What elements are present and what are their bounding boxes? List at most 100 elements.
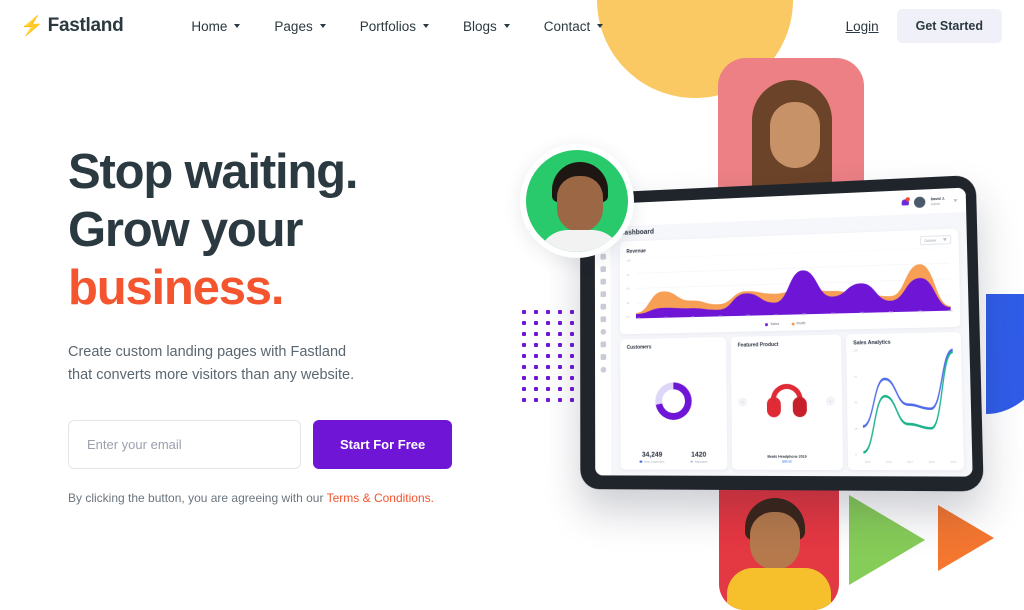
legend-item: Sales <box>765 322 779 326</box>
subtitle-line-1: Create custom landing pages with Fastlan… <box>68 344 347 360</box>
axis-tick: 60 <box>626 286 630 291</box>
header-actions: Login Get Started <box>846 9 1002 43</box>
clock-icon[interactable] <box>600 328 606 335</box>
subtitle-line-2: that converts more visitors than any web… <box>68 367 355 383</box>
dot <box>534 310 538 314</box>
file-icon[interactable] <box>599 266 606 273</box>
customer-stat-value: 34,249 <box>641 451 663 459</box>
nav-item-label: Pages <box>274 18 313 34</box>
legend-swatch <box>765 322 769 326</box>
dot <box>522 354 526 358</box>
dot <box>558 354 562 358</box>
dot <box>534 365 538 369</box>
axis-tick: 100 <box>853 349 858 353</box>
signup-form: Start For Free <box>68 420 488 469</box>
axis-tick: 55k <box>918 309 924 314</box>
dot <box>534 321 538 325</box>
sales-analytics-card: Sales Analytics 100 75 50 25 0 2015 2016 2017 2… <box>846 332 965 471</box>
users-icon[interactable] <box>600 303 606 310</box>
axis-tick: 45k <box>859 310 865 315</box>
avatar[interactable] <box>914 195 926 208</box>
featured-product-price[interactable]: $99.00 <box>739 460 836 464</box>
dot <box>522 376 526 380</box>
gear-icon[interactable] <box>600 354 606 361</box>
dot <box>522 365 526 369</box>
dot <box>570 343 574 347</box>
dot <box>534 387 538 391</box>
legend-swatch <box>690 460 693 463</box>
dashboard-sidebar-rail[interactable] <box>594 203 612 476</box>
person-icon[interactable] <box>600 341 606 348</box>
hero-subtitle: Create custom landing pages with Fastlan… <box>68 341 488 387</box>
grid-icon[interactable] <box>599 228 606 235</box>
sales-analytics-line-chart: 100 75 50 25 0 2015 2016 2017 2018 2019 <box>853 348 956 464</box>
login-link[interactable]: Login <box>846 19 879 34</box>
sales-analytics-x-axis: 2015 2016 2017 2018 2019 <box>865 461 957 464</box>
dot <box>558 365 562 369</box>
dot <box>522 321 526 325</box>
dot <box>558 376 562 380</box>
start-for-free-button[interactable]: Start For Free <box>313 420 453 469</box>
axis-tick: 2018 <box>928 460 935 464</box>
axis-tick: 20k <box>718 314 723 319</box>
nav-item-home[interactable]: Home <box>191 19 241 34</box>
headline-accent: business. <box>68 261 284 315</box>
dot <box>570 398 574 402</box>
nav-item-pages[interactable]: Pages <box>274 18 326 34</box>
chevron-down-icon <box>597 24 604 28</box>
power-icon[interactable] <box>600 366 606 373</box>
hero-section: Stop waiting. Grow your business. Create… <box>68 143 488 505</box>
chevron-down-icon[interactable] <box>953 198 958 202</box>
folder-icon[interactable] <box>599 278 606 285</box>
featured-product-card: Featured Product ‹ › Beats Headphone 201… <box>730 334 844 471</box>
revenue-card: Revenue October 100 80 60 40 20 5k 10k 15k 20k 2… <box>619 228 961 335</box>
dot <box>570 321 574 325</box>
dot <box>522 332 526 336</box>
featured-product-name: Beats Headphone 2019 <box>767 454 807 459</box>
orange-triangle-decoration <box>938 505 994 571</box>
nav-item-blogs[interactable]: Blogs <box>463 19 510 34</box>
box-icon[interactable] <box>599 253 606 260</box>
dot <box>558 387 562 391</box>
dashboard-main: David J. Admin Dashboard Revenue October <box>610 187 972 477</box>
axis-tick: 40k <box>830 311 836 316</box>
dot <box>558 398 562 402</box>
chevron-left-icon[interactable]: ‹ <box>738 396 748 407</box>
nav-item-label: Contact <box>543 18 591 34</box>
brand-name: Fastland <box>47 15 124 36</box>
user-info: David J. Admin <box>931 195 946 206</box>
revenue-period-select[interactable]: October <box>919 234 952 246</box>
dot <box>534 376 538 380</box>
get-started-button[interactable]: Get Started <box>896 9 1002 43</box>
legend-label: Sales <box>770 321 780 327</box>
revenue-area-chart: 100 80 60 40 20 5k 10k 15k 20k 25k 30k 35k 40k 45k 50… <box>626 247 953 328</box>
dot-icon[interactable] <box>599 241 606 248</box>
chart-icon[interactable] <box>600 291 606 298</box>
dot <box>558 321 562 325</box>
axis-tick: 25k <box>745 313 751 318</box>
brand-logo[interactable]: ⚡ Fastland <box>20 15 124 37</box>
card-icon[interactable] <box>600 316 606 323</box>
dot <box>534 398 538 402</box>
dot <box>522 343 526 347</box>
chevron-right-icon[interactable]: › <box>825 395 836 406</box>
customers-card: Customers 34,249 New Customers 1420 Repeate… <box>620 336 728 470</box>
terms-prefix: By clicking the button, you are agreeing… <box>68 491 327 505</box>
axis-tick: 80 <box>626 272 630 277</box>
axis-tick: 20 <box>626 314 630 319</box>
axis-tick: 75 <box>853 375 857 379</box>
dot <box>546 354 550 358</box>
customers-donut-chart <box>654 381 692 420</box>
terms-and-conditions-link[interactable]: Terms & Conditions. <box>327 491 434 505</box>
email-field[interactable] <box>68 420 301 469</box>
nav-item-contact[interactable]: Contact <box>544 19 604 34</box>
axis-tick: 2017 <box>907 460 914 464</box>
revenue-chart-svg <box>636 247 951 319</box>
sales-analytics-header: Sales Analytics <box>853 338 953 347</box>
legend-label: Profit <box>796 321 806 326</box>
axis-tick: 60k <box>948 308 953 313</box>
notification-bell-icon[interactable] <box>902 198 909 206</box>
nav-item-portfolios[interactable]: Portfolios <box>360 19 429 34</box>
customer-stat-value: 1420 <box>691 451 707 459</box>
dot <box>558 310 562 314</box>
